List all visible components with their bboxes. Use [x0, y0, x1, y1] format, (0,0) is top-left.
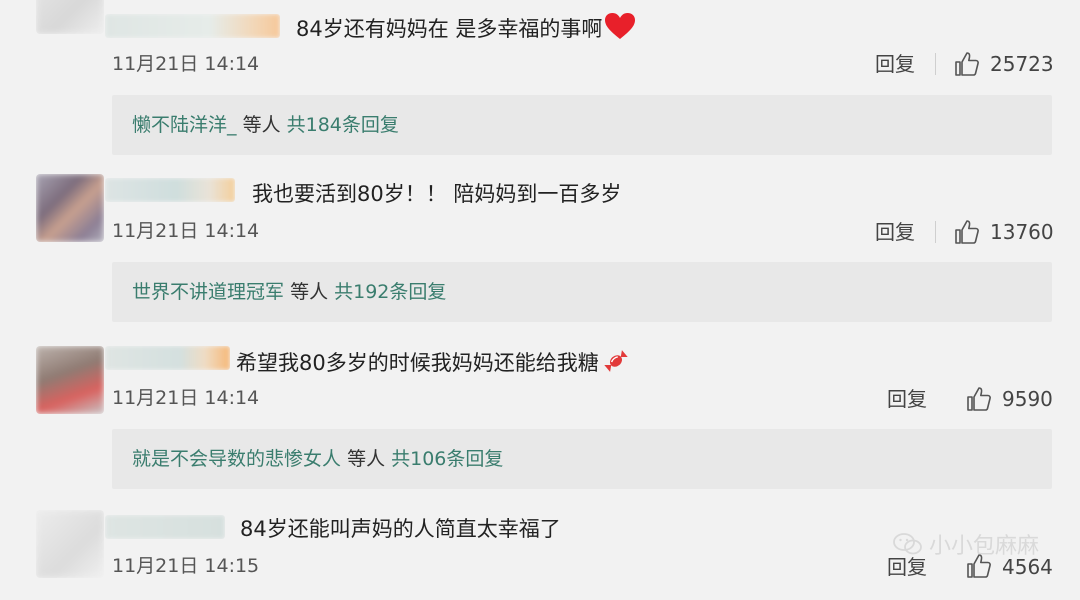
username-blurred[interactable] — [105, 515, 225, 539]
comment-timestamp: 11月21日 14:14 — [112, 387, 260, 409]
thumbs-up-icon[interactable] — [954, 51, 980, 77]
username-blurred[interactable] — [105, 14, 280, 38]
reply-users-link[interactable]: 就是不会导数的悲惨女人 — [132, 448, 341, 470]
thumbs-up-icon[interactable] — [954, 219, 980, 245]
wechat-icon — [893, 533, 922, 555]
reply-others-label: 等人 — [347, 448, 386, 470]
comment-text: 希望我80多岁的时候我妈妈还能给我糖 — [236, 348, 629, 381]
reply-button[interactable]: 回复 — [887, 387, 927, 411]
watermark-text: 小小包麻麻 — [929, 534, 1040, 559]
like-count[interactable]: 13760 — [990, 220, 1054, 244]
divider — [935, 221, 936, 243]
reply-total-link[interactable]: 共184条回复 — [287, 114, 399, 136]
watermark: 小小包麻麻 — [893, 528, 1039, 560]
reply-button[interactable]: 回复 — [875, 220, 915, 244]
username-blurred[interactable] — [105, 346, 230, 370]
replies-summary-text[interactable]: 懒不陆洋洋_ 等人 共184条回复 — [132, 111, 399, 139]
reply-users-link[interactable]: 世界不讲道理冠军 — [132, 281, 284, 303]
replies-summary[interactable]: 懒不陆洋洋_ 等人 共184条回复 — [112, 95, 1052, 155]
comment-text: 我也要活到80岁！！ 陪妈妈到一百多岁 — [252, 182, 622, 206]
comment-text: 84岁还有妈妈在 是多幸福的事啊 — [296, 12, 636, 47]
reply-total-link[interactable]: 共106条回复 — [391, 448, 503, 470]
replies-summary-text[interactable]: 世界不讲道理冠军 等人 共192条回复 — [132, 278, 446, 306]
replies-summary[interactable]: 就是不会导数的悲惨女人 等人 共106条回复 — [112, 429, 1052, 489]
like-count[interactable]: 9590 — [1002, 387, 1053, 411]
avatar[interactable] — [36, 174, 104, 242]
heart-icon — [604, 12, 636, 47]
like-count[interactable]: 25723 — [990, 52, 1054, 76]
reply-total-link[interactable]: 共192条回复 — [334, 281, 446, 303]
candy-icon — [603, 348, 629, 381]
reply-others-label: 等人 — [290, 281, 329, 303]
comment-timestamp: 11月21日 14:15 — [112, 555, 260, 577]
replies-summary-text[interactable]: 就是不会导数的悲惨女人 等人 共106条回复 — [132, 445, 503, 473]
username-blurred[interactable] — [105, 178, 235, 202]
reply-button[interactable]: 回复 — [875, 52, 915, 76]
reply-others-label: 等人 — [242, 114, 281, 136]
reply-users-link[interactable]: 懒不陆洋洋_ — [132, 114, 237, 136]
avatar[interactable] — [36, 346, 104, 414]
avatar[interactable] — [36, 510, 104, 578]
comment-timestamp: 11月21日 14:14 — [112, 220, 260, 242]
thumbs-up-icon[interactable] — [966, 386, 992, 412]
comment-text: 84岁还能叫声妈的人简直太幸福了 — [240, 517, 561, 541]
comment-timestamp: 11月21日 14:14 — [112, 53, 260, 75]
replies-summary[interactable]: 世界不讲道理冠军 等人 共192条回复 — [112, 262, 1052, 322]
avatar[interactable] — [36, 0, 104, 34]
divider — [935, 53, 936, 75]
